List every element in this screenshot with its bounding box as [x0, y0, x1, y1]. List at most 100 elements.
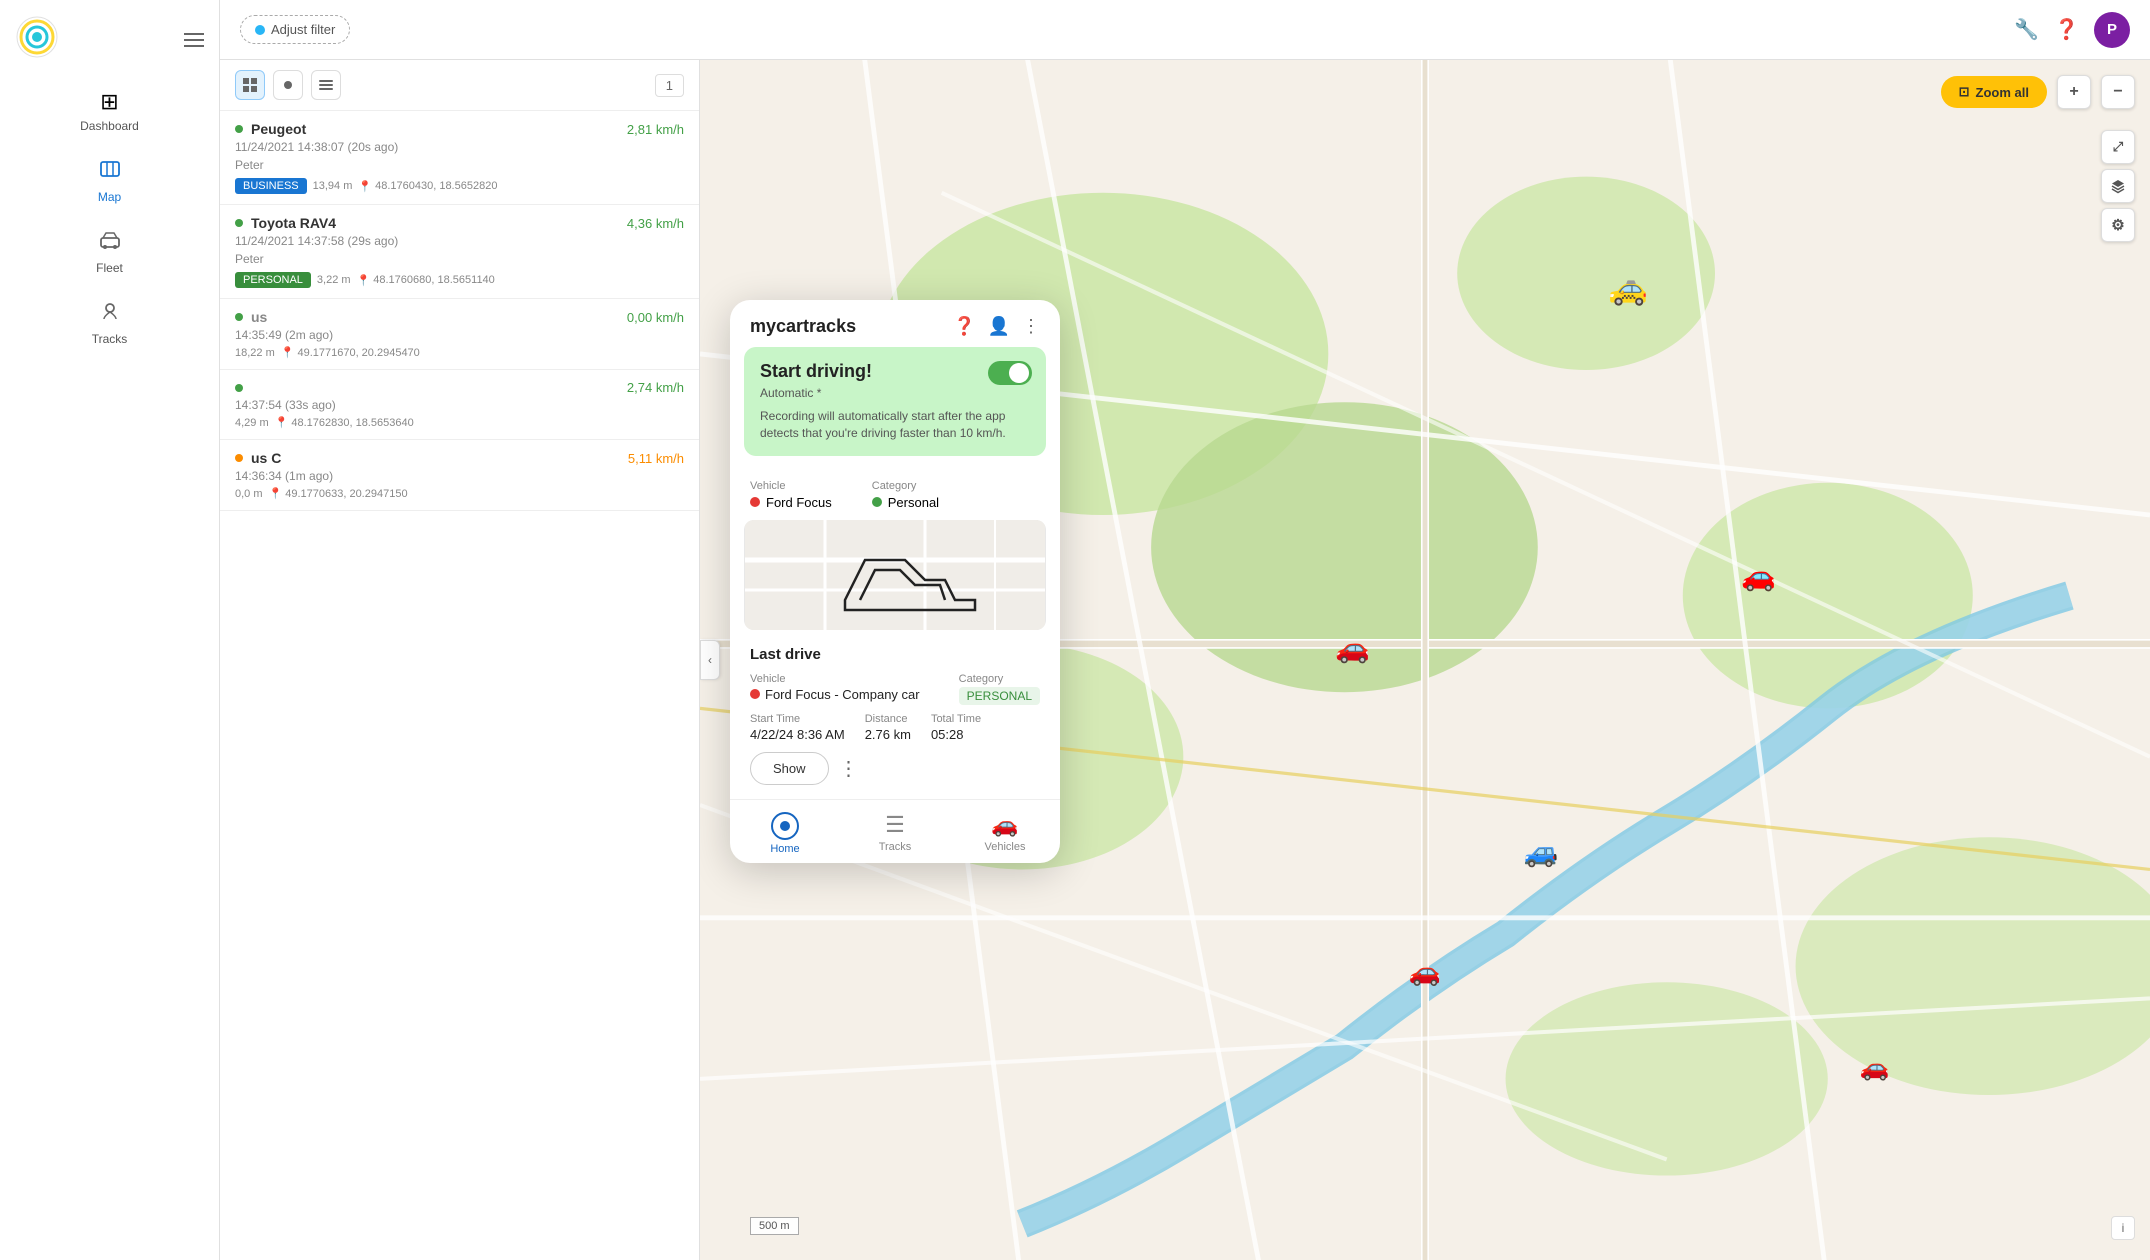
vehicle-driver: Peter: [235, 158, 684, 172]
home-dot-icon: [780, 821, 790, 831]
distance-value: 13,94 m: [313, 180, 353, 192]
map-area[interactable]: 🚕 🚗 🚗 🚙 🚗 🚗 ⊡ Zoom all + − ⤢: [700, 60, 2150, 1260]
settings-button[interactable]: ⚙: [2101, 208, 2135, 242]
mobile-header: mycartracks ❓ 👤 ⋮: [730, 300, 1060, 347]
vehicle-panel: 1 Peugeot 2,81 km/h 11/24/2021 14:38:07 …: [220, 60, 700, 1260]
car-marker-yellow[interactable]: 🚕: [1608, 269, 1648, 307]
vehicle-tags: BUSINESS 13,94 m 📍 48.1760430, 18.565282…: [235, 178, 684, 194]
distance-label: Distance: [865, 713, 911, 725]
vehicle-item-toyota[interactable]: Toyota RAV4 4,36 km/h 11/24/2021 14:37:5…: [220, 205, 699, 299]
vehicle-header: Toyota RAV4 4,36 km/h: [235, 215, 684, 231]
collapse-panel-button[interactable]: ‹: [700, 640, 720, 680]
last-drive-vehicle-label: Vehicle: [750, 673, 920, 685]
tag-personal: PERSONAL: [235, 272, 311, 288]
vehicle-speed: 4,36 km/h: [627, 216, 684, 231]
dashboard-icon: ⊞: [100, 89, 118, 115]
map-info-button[interactable]: i: [2111, 1216, 2135, 1240]
help-icon[interactable]: ❓: [2054, 17, 2079, 42]
vehicle-header: us 0,00 km/h: [235, 309, 684, 325]
vehicle-name: Toyota RAV4: [251, 215, 336, 231]
distance-value: 2.76 km: [865, 727, 911, 742]
adjust-filter-button[interactable]: Adjust filter: [240, 15, 350, 44]
sidebar-item-fleet[interactable]: Fleet: [11, 219, 208, 285]
car-marker-red-2[interactable]: 🚗: [1409, 957, 1441, 988]
vehicle-timestamp: 14:36:34 (1m ago): [235, 469, 684, 483]
view-dot-button[interactable]: [273, 70, 303, 100]
sidebar-item-label: Fleet: [96, 261, 123, 275]
car-marker-green-2[interactable]: 🚗: [1860, 1054, 1890, 1083]
filter-label: Adjust filter: [271, 22, 335, 37]
car-marker-red-1[interactable]: 🚗: [1741, 560, 1776, 593]
vehicle-item-4[interactable]: 2,74 km/h 14:37:54 (33s ago) 4,29 m 📍 48…: [220, 370, 699, 440]
distance-value: 4,29 m: [235, 417, 269, 429]
tag-distance: 13,94 m: [313, 180, 353, 192]
zoom-all-label: Zoom all: [1976, 85, 2029, 100]
distance-value: 18,22 m: [235, 347, 275, 359]
zoom-all-button[interactable]: ⊡ Zoom all: [1941, 76, 2047, 108]
coords-value: 48.1760680, 18.5651140: [373, 274, 495, 286]
last-drive-title: Last drive: [750, 646, 1040, 663]
profile-icon[interactable]: 👤: [988, 316, 1010, 337]
mobile-nav-vehicles[interactable]: 🚗 Vehicles: [950, 808, 1060, 859]
total-time-label: Total Time: [931, 713, 981, 725]
category-badge: PERSONAL: [959, 687, 1040, 705]
content-row: 1 Peugeot 2,81 km/h 11/24/2021 14:38:07 …: [220, 60, 2150, 1260]
view-grid-button[interactable]: [235, 70, 265, 100]
coords-value: 48.1762830, 18.5653640: [291, 417, 413, 429]
vehicle-item-5[interactable]: us C 5,11 km/h 14:36:34 (1m ago) 0,0 m 📍…: [220, 440, 699, 511]
vehicle-timestamp: 14:35:49 (2m ago): [235, 328, 684, 342]
map-icon: [99, 158, 121, 186]
help-icon[interactable]: ❓: [953, 316, 975, 337]
main-content: Adjust filter 🔧 ❓ P: [220, 0, 2150, 1260]
map-preview: [744, 520, 1046, 630]
coords-icon: 📍: [357, 274, 371, 287]
vehicle-item-peugeot[interactable]: Peugeot 2,81 km/h 11/24/2021 14:38:07 (2…: [220, 111, 699, 205]
sidebar: ⊞ Dashboard Map Fleet Tracks: [0, 0, 220, 1260]
show-button[interactable]: Show: [750, 752, 829, 785]
more-icon[interactable]: ⋮: [1022, 316, 1040, 337]
layers-button[interactable]: [2101, 169, 2135, 203]
tag-coords: 📍 49.1771670, 20.2945470: [281, 346, 420, 359]
vehicle-item-3[interactable]: us 0,00 km/h 14:35:49 (2m ago) 18,22 m 📍…: [220, 299, 699, 370]
last-drive-vehicle: Vehicle Ford Focus - Company car: [750, 673, 920, 705]
sidebar-item-dashboard[interactable]: ⊞ Dashboard: [11, 79, 208, 143]
view-list-button[interactable]: [311, 70, 341, 100]
expand-button[interactable]: ⤢: [2101, 130, 2135, 164]
home-circle-icon: [771, 812, 799, 840]
sidebar-menu-icon[interactable]: [184, 33, 204, 47]
vehicle-timestamp: 11/24/2021 14:38:07 (20s ago): [235, 140, 684, 154]
panel-toolbar: 1: [220, 60, 699, 111]
wrench-icon[interactable]: 🔧: [2014, 17, 2039, 42]
coords-value: 49.1770633, 20.2947150: [285, 488, 407, 500]
tag-coords: 📍 48.1760680, 18.5651140: [357, 274, 495, 287]
sidebar-item-label: Map: [98, 190, 121, 204]
top-bar-left: Adjust filter: [240, 15, 350, 44]
coords-icon: 📍: [275, 416, 289, 429]
map-toggle-panel: ‹: [700, 640, 720, 680]
distance-value: 0,0 m: [235, 488, 263, 500]
user-avatar[interactable]: P: [2094, 12, 2130, 48]
car-marker-green[interactable]: 🚗: [1335, 632, 1370, 665]
map-controls-top: ⊡ Zoom all + −: [1941, 75, 2135, 109]
vehicle-value: Ford Focus: [750, 495, 832, 510]
vehicle-speed: 2,81 km/h: [627, 122, 684, 137]
mobile-nav-home[interactable]: Home: [730, 808, 840, 859]
auto-toggle[interactable]: [988, 361, 1032, 385]
more-options-button[interactable]: ⋮: [839, 756, 859, 781]
sidebar-item-map[interactable]: Map: [11, 148, 208, 214]
last-drive-category-label: Category: [959, 673, 1040, 685]
mobile-nav-tracks-label: Tracks: [879, 841, 912, 853]
tag-distance: 18,22 m: [235, 347, 275, 359]
vehicle-header: 2,74 km/h: [235, 380, 684, 395]
zoom-out-button[interactable]: −: [2101, 75, 2135, 109]
last-drive-section: Last drive Vehicle Ford Focus - Company …: [730, 642, 1060, 799]
zoom-in-button[interactable]: +: [2057, 75, 2091, 109]
car-marker-gray[interactable]: 🚙: [1524, 836, 1559, 869]
mobile-bottom-nav: Home ☰ Tracks 🚗 Vehicles: [730, 799, 1060, 863]
vehicle-info-section: Vehicle Ford Focus Category Personal: [730, 470, 1060, 520]
mobile-nav-tracks[interactable]: ☰ Tracks: [840, 808, 950, 859]
tag-distance: 4,29 m: [235, 417, 269, 429]
auto-label: Automatic *: [760, 386, 1030, 400]
sidebar-item-tracks[interactable]: Tracks: [11, 290, 208, 356]
mobile-app-overlay: mycartracks ❓ 👤 ⋮ Start driving!: [730, 300, 1060, 863]
